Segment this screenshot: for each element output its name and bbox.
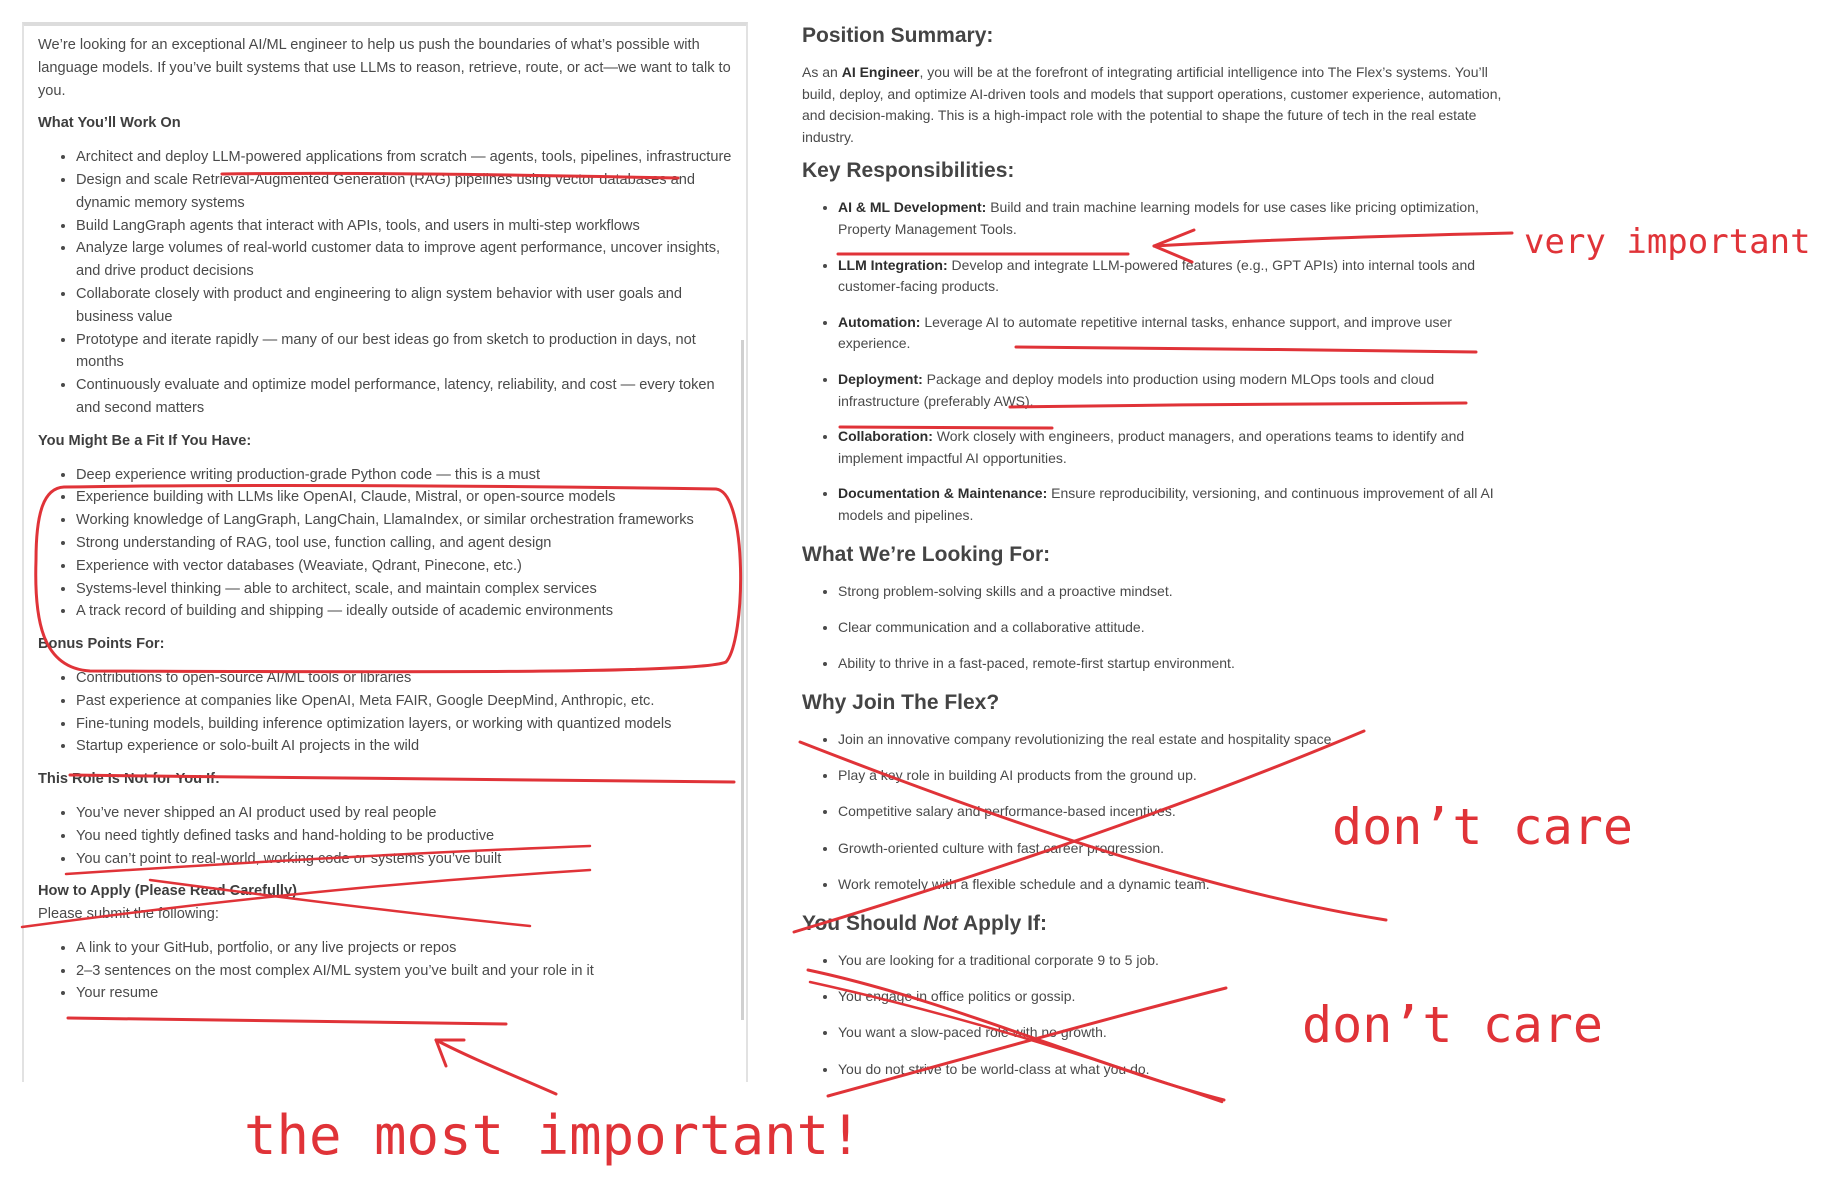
list-item: Deep experience writing production-grade… bbox=[76, 464, 742, 487]
note-most-important: the most important! bbox=[244, 1104, 862, 1167]
why-join-heading: Why Join The Flex? bbox=[802, 691, 1000, 715]
list-item: You engage in office politics or gossip. bbox=[838, 986, 1502, 1008]
responsibilities-list: AI & ML Development: Build and train mac… bbox=[802, 197, 1502, 526]
note-very-important: very important bbox=[1524, 222, 1811, 262]
list-item: Collaborate closely with product and eng… bbox=[76, 283, 742, 329]
responsibilities-heading: Key Responsibilities: bbox=[802, 159, 1015, 183]
fit-heading: You Might Be a Fit If You Have: bbox=[38, 432, 252, 449]
list-item: AI & ML Development: Build and train mac… bbox=[838, 197, 1502, 240]
not-for-you-heading: This Role Is Not for You If: bbox=[38, 771, 220, 788]
list-item: Strong understanding of RAG, tool use, f… bbox=[76, 532, 742, 555]
item-label: LLM Integration: bbox=[838, 256, 948, 273]
item-label: Deployment: bbox=[838, 370, 923, 387]
list-item: Competitive salary and performance-based… bbox=[838, 801, 1502, 823]
list-item: Ability to thrive in a fast-paced, remot… bbox=[838, 653, 1502, 675]
list-item: Systems-level thinking — able to archite… bbox=[76, 578, 742, 601]
list-item: Experience with vector databases (Weavia… bbox=[76, 555, 742, 578]
list-item: Clear communication and a collaborative … bbox=[838, 617, 1502, 639]
bonus-list: Contributions to open-source AI/ML tools… bbox=[38, 667, 742, 758]
list-item: Join an innovative company revolutionizi… bbox=[838, 729, 1502, 751]
list-item: You do not strive to be world-class at w… bbox=[838, 1059, 1502, 1081]
list-item: Strong problem-solving skills and a proa… bbox=[838, 581, 1502, 603]
list-item: Experience building with LLMs like OpenA… bbox=[76, 486, 742, 509]
list-item: 2–3 sentences on the most complex AI/ML … bbox=[76, 960, 742, 983]
item-label: AI & ML Development: bbox=[838, 199, 987, 216]
heading-pre: You Should bbox=[802, 912, 923, 935]
list-item: A link to your GitHub, portfolio, or any… bbox=[76, 937, 742, 960]
list-item: Design and scale Retrieval-Augmented Gen… bbox=[76, 169, 742, 215]
list-item: Analyze large volumes of real-world cust… bbox=[76, 237, 742, 283]
why-join-list: Join an innovative company revolutionizi… bbox=[802, 729, 1502, 895]
list-item: Working knowledge of LangGraph, LangChai… bbox=[76, 509, 742, 532]
item-label: Documentation & Maintenance: bbox=[838, 485, 1048, 502]
list-item: Documentation & Maintenance: Ensure repr… bbox=[838, 483, 1502, 526]
list-item: Growth-oriented culture with fast career… bbox=[838, 838, 1502, 860]
summary-pre: As an bbox=[802, 64, 842, 80]
list-item: You’ve never shipped an AI product used … bbox=[76, 802, 742, 825]
apply-heading: How to Apply (Please Read Carefully) bbox=[38, 883, 297, 900]
list-item: Prototype and iterate rapidly — many of … bbox=[76, 329, 742, 375]
apply-subtitle: Please submit the following: bbox=[38, 906, 219, 923]
item-text: Leverage AI to automate repetitive inter… bbox=[838, 313, 1452, 352]
list-item: Fine-tuning models, building inference o… bbox=[76, 713, 742, 736]
right-job-posting: Position Summary: As an AI Engineer, you… bbox=[802, 22, 1502, 1095]
list-item: Build LangGraph agents that interact wit… bbox=[76, 215, 742, 238]
work-list: Architect and deploy LLM-powered applica… bbox=[38, 146, 742, 420]
list-item: A track record of building and shipping … bbox=[76, 600, 742, 623]
list-item: Automation: Leverage AI to automate repe… bbox=[838, 312, 1502, 355]
item-text: Work closely with engineers, product man… bbox=[838, 428, 1465, 466]
looking-for-heading: What We’re Looking For: bbox=[802, 542, 1051, 566]
item-label: Collaboration: bbox=[838, 428, 933, 445]
list-item: Collaboration: Work closely with enginee… bbox=[838, 426, 1502, 469]
summary-paragraph: As an AI Engineer, you will be at the fo… bbox=[802, 62, 1502, 148]
not-for-you-list: You’ve never shipped an AI product used … bbox=[38, 802, 742, 870]
list-item: LLM Integration: Develop and integrate L… bbox=[838, 255, 1502, 298]
list-item: Deployment: Package and deploy models in… bbox=[838, 369, 1502, 412]
list-item: Continuously evaluate and optimize model… bbox=[76, 374, 742, 420]
list-item: You want a slow-paced role with no growt… bbox=[838, 1022, 1502, 1044]
looking-for-list: Strong problem-solving skills and a proa… bbox=[802, 581, 1502, 675]
list-item: Contributions to open-source AI/ML tools… bbox=[76, 667, 742, 690]
heading-post: Apply If: bbox=[957, 912, 1047, 935]
item-text: Package and deploy models into productio… bbox=[838, 370, 1435, 409]
apply-list: A link to your GitHub, portfolio, or any… bbox=[38, 937, 742, 1005]
summary-heading: Position Summary: bbox=[802, 24, 994, 47]
list-item: Startup experience or solo-built AI proj… bbox=[76, 735, 742, 758]
intro-paragraph: We’re looking for an exceptional AI/ML e… bbox=[38, 37, 731, 99]
list-item: Architect and deploy LLM-powered applica… bbox=[76, 146, 742, 169]
work-heading: What You’ll Work On bbox=[38, 115, 181, 132]
should-not-apply-heading: You Should Not Apply If: bbox=[802, 910, 1502, 938]
list-item: You are looking for a traditional corpor… bbox=[838, 950, 1502, 972]
list-item: You need tightly defined tasks and hand-… bbox=[76, 825, 742, 848]
should-not-apply-list: You are looking for a traditional corpor… bbox=[802, 950, 1502, 1080]
list-item: Work remotely with a flexible schedule a… bbox=[838, 874, 1502, 896]
list-item: Play a key role in building AI products … bbox=[838, 765, 1502, 787]
list-item: You can’t point to real-world, working c… bbox=[76, 848, 742, 871]
summary-role: AI Engineer bbox=[841, 64, 920, 80]
heading-emphasis: Not bbox=[922, 912, 958, 935]
list-item: Past experience at companies like OpenAI… bbox=[76, 690, 742, 713]
item-label: Automation: bbox=[838, 313, 921, 330]
fit-list: Deep experience writing production-grade… bbox=[38, 464, 742, 624]
list-item: Your resume bbox=[76, 982, 742, 1005]
left-job-posting: We’re looking for an exceptional AI/ML e… bbox=[38, 34, 742, 1005]
bonus-heading: Bonus Points For: bbox=[38, 636, 165, 653]
